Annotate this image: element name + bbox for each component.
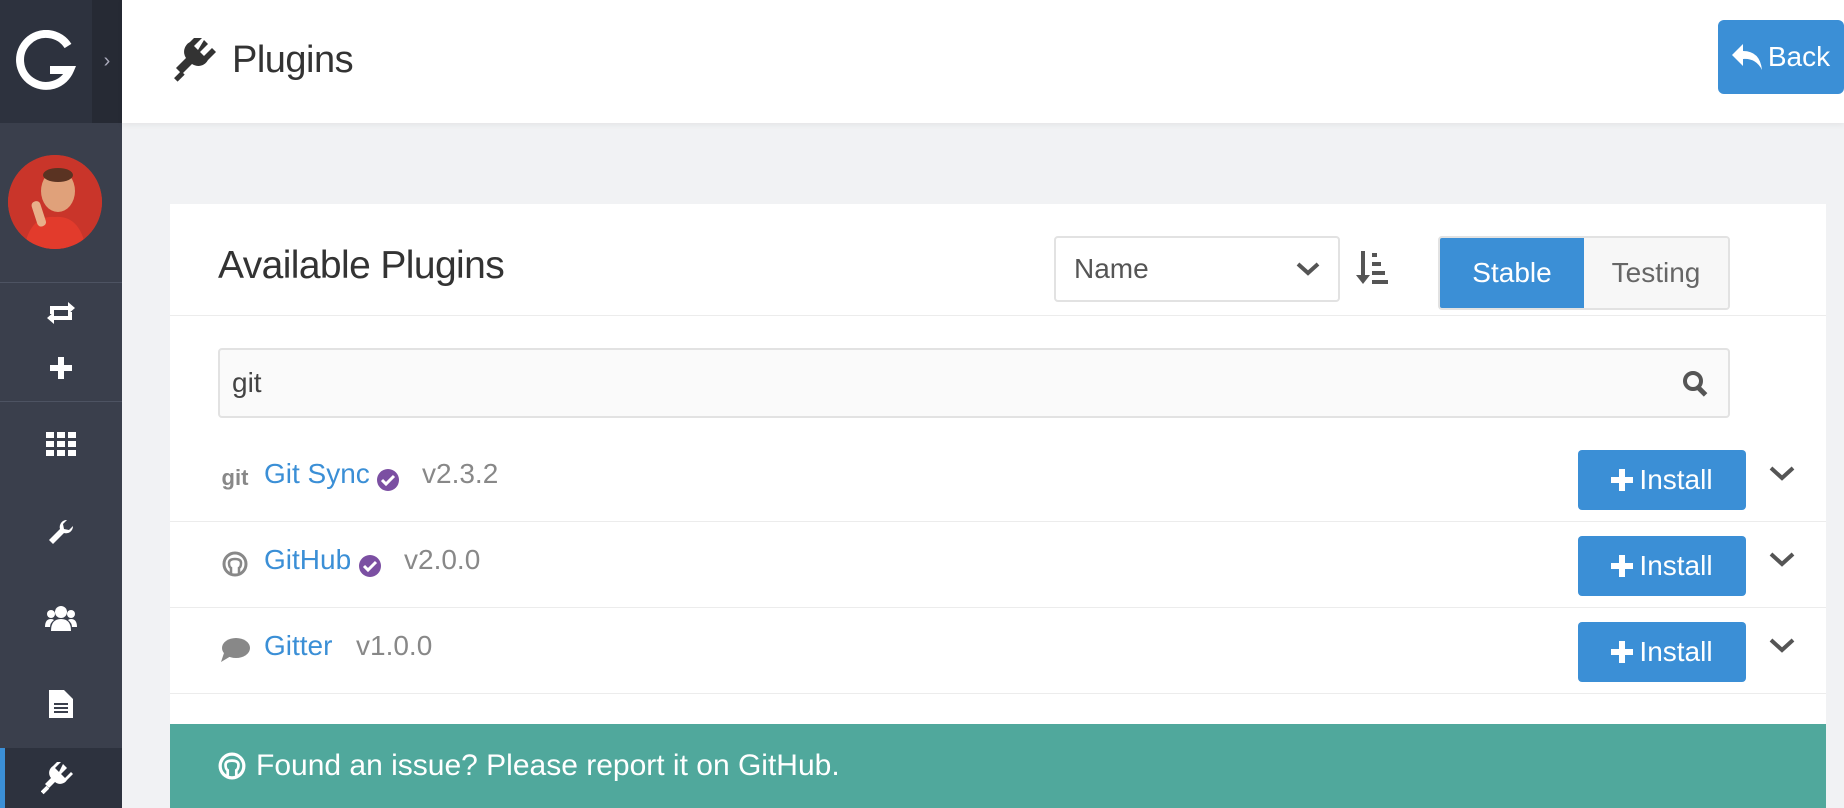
comment-icon bbox=[220, 634, 250, 666]
sidebar-item-pages[interactable] bbox=[0, 684, 122, 724]
notice-text: Found an issue? Please report it on GitH… bbox=[256, 749, 840, 782]
sidebar-quick-actions bbox=[0, 284, 122, 402]
sort-order-button[interactable] bbox=[1350, 246, 1394, 290]
install-button[interactable]: Install bbox=[1578, 450, 1746, 510]
sidebar-header: › bbox=[0, 0, 122, 123]
plugin-name-link[interactable]: Gitter bbox=[264, 630, 332, 662]
sidebar-item-configuration[interactable] bbox=[0, 512, 122, 552]
grav-logo[interactable] bbox=[0, 0, 92, 123]
plug-icon bbox=[41, 762, 73, 795]
page-title: Plugins bbox=[174, 32, 354, 88]
sidebar-item-dashboard[interactable] bbox=[0, 424, 122, 464]
card-title: Available Plugins bbox=[218, 244, 505, 287]
sidebar-toggle-button[interactable]: › bbox=[92, 0, 122, 123]
page-header: Plugins Back bbox=[122, 0, 1844, 123]
verified-icon bbox=[377, 469, 399, 491]
plus-icon bbox=[1611, 641, 1634, 663]
chevron-down-icon[interactable] bbox=[1768, 464, 1796, 484]
sidebar-item-plugins[interactable] bbox=[0, 748, 122, 808]
sort-select[interactable]: Name bbox=[1054, 236, 1340, 302]
github-icon bbox=[220, 548, 250, 580]
page-title-text: Plugins bbox=[232, 38, 354, 81]
plugin-row-git-sync: git Git Sync v2.3.2 Install bbox=[170, 436, 1826, 522]
plugin-row-github: GitHub v2.0.0 Install bbox=[170, 522, 1826, 608]
logo-icon bbox=[16, 29, 76, 90]
chevron-down-icon[interactable] bbox=[1768, 550, 1796, 570]
refresh-icon bbox=[47, 302, 75, 324]
plus-icon bbox=[1611, 469, 1634, 491]
testing-toggle-button[interactable]: Testing bbox=[1584, 238, 1728, 308]
search-box bbox=[218, 348, 1730, 418]
install-button-label: Install bbox=[1639, 636, 1713, 667]
chevron-down-icon[interactable] bbox=[1768, 636, 1796, 656]
grid-icon bbox=[46, 432, 76, 456]
sort-select-value: Name bbox=[1074, 253, 1149, 284]
sort-amount-icon bbox=[1356, 251, 1388, 284]
sidebar-item-refresh[interactable] bbox=[0, 292, 122, 332]
channel-toggle: Stable Testing bbox=[1438, 236, 1730, 310]
sidebar-item-add[interactable] bbox=[0, 348, 122, 388]
avatar-image bbox=[8, 155, 102, 249]
install-button[interactable]: Install bbox=[1578, 536, 1746, 596]
chevron-down-icon bbox=[1296, 262, 1320, 276]
github-icon bbox=[218, 752, 246, 780]
install-button-label: Install bbox=[1639, 464, 1713, 495]
install-button-label: Install bbox=[1639, 550, 1713, 581]
chevron-right-icon: › bbox=[103, 50, 111, 72]
install-button[interactable]: Install bbox=[1578, 622, 1746, 682]
plus-icon bbox=[1611, 555, 1634, 577]
plugins-card: Available Plugins Name Stable Testing gi… bbox=[170, 204, 1826, 808]
sidebar: › bbox=[0, 0, 122, 808]
plugin-row-gitter: Gitter v1.0.0 Install bbox=[170, 608, 1826, 694]
search-input[interactable] bbox=[232, 350, 1652, 416]
plugin-version: v2.3.2 bbox=[422, 458, 499, 489]
user-avatar-section bbox=[0, 123, 122, 283]
wrench-icon bbox=[49, 519, 74, 544]
back-button[interactable]: Back bbox=[1718, 20, 1844, 94]
avatar[interactable] bbox=[8, 155, 102, 249]
file-icon bbox=[49, 690, 73, 718]
git-icon: git bbox=[221, 465, 249, 490]
plugin-version: v2.0.0 bbox=[404, 544, 481, 575]
plugin-name-link[interactable]: Git Sync bbox=[264, 458, 370, 490]
reply-icon bbox=[1731, 44, 1762, 70]
github-mark-icon bbox=[222, 551, 248, 577]
stable-toggle-button[interactable]: Stable bbox=[1440, 238, 1584, 308]
verified-icon bbox=[359, 555, 381, 577]
report-issue-notice[interactable]: Found an issue? Please report it on GitH… bbox=[170, 724, 1826, 808]
card-header: Available Plugins Name Stable Testing bbox=[170, 204, 1826, 316]
plugin-version: v1.0.0 bbox=[356, 630, 433, 661]
search-icon[interactable] bbox=[1682, 370, 1710, 398]
sidebar-item-users[interactable] bbox=[0, 598, 122, 638]
speech-bubble-icon bbox=[221, 638, 250, 662]
plugin-name-link[interactable]: GitHub bbox=[264, 544, 351, 576]
users-icon bbox=[45, 606, 77, 631]
back-button-label: Back bbox=[1767, 41, 1831, 72]
plug-icon bbox=[174, 38, 216, 82]
plus-icon bbox=[50, 357, 72, 379]
